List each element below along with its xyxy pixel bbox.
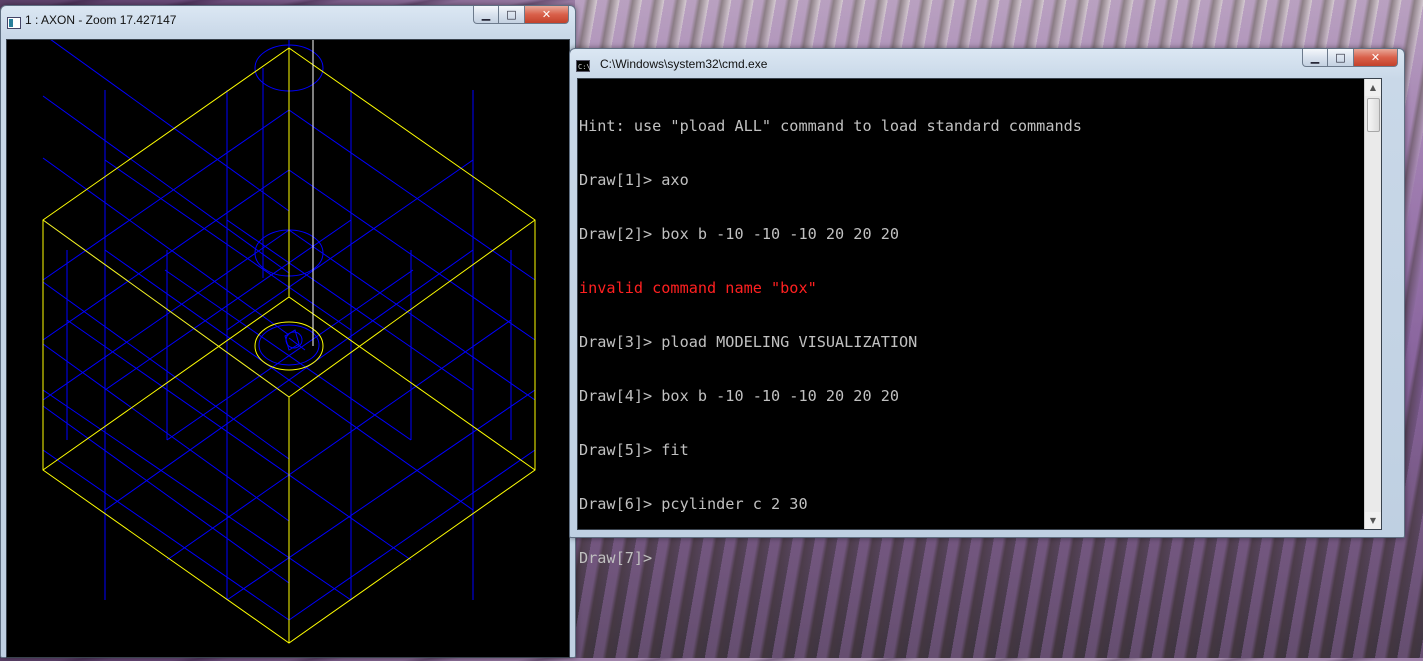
scroll-down-button[interactable]: ▼ bbox=[1365, 512, 1381, 529]
grid-line bbox=[288, 449, 536, 621]
grid-line bbox=[226, 389, 536, 601]
console-icon: C:\ bbox=[576, 57, 591, 72]
window-controls: ▁ □ ✕ bbox=[1302, 49, 1398, 67]
vertical-scrollbar[interactable]: ▲ ▼ bbox=[1364, 79, 1381, 529]
window-controls: ▁ □ ✕ bbox=[473, 6, 569, 24]
minimize-button[interactable]: ▁ bbox=[1302, 49, 1328, 67]
console-error-line: invalid command name "box" bbox=[579, 279, 817, 297]
grid-line bbox=[42, 33, 290, 212]
maximize-button[interactable]: □ bbox=[1328, 49, 1354, 67]
scroll-up-button[interactable]: ▲ bbox=[1365, 79, 1381, 96]
console-output[interactable]: Hint: use "pload ALL" command to load st… bbox=[577, 78, 1382, 567]
app-icon bbox=[7, 14, 21, 29]
wireframe-drawing bbox=[42, 33, 536, 644]
console-line: Draw[5]> fit bbox=[579, 441, 689, 459]
console-prompt[interactable]: Draw[7]> bbox=[579, 549, 1082, 567]
window-title: 1 : AXON - Zoom 17.427147 bbox=[25, 13, 177, 27]
console-text: Hint: use "pload ALL" command to load st… bbox=[579, 81, 1082, 603]
cmd-window[interactable]: C:\ C:\Windows\system32\cmd.exe ▁ □ ✕ Hi… bbox=[569, 48, 1405, 567]
maximize-button[interactable]: □ bbox=[499, 6, 525, 24]
close-button[interactable]: ✕ bbox=[1354, 49, 1398, 67]
console-line: Draw[2]> box b -10 -10 -10 20 20 20 bbox=[579, 225, 900, 243]
window-title: C:\Windows\system32\cmd.exe bbox=[600, 57, 768, 71]
close-button[interactable]: ✕ bbox=[525, 6, 569, 24]
svg-text:C:\: C:\ bbox=[578, 63, 590, 71]
axon-viewport[interactable] bbox=[6, 33, 570, 658]
grid-line bbox=[42, 389, 352, 601]
console-line: Draw[3]> pload MODELING VISUALIZATION bbox=[579, 333, 918, 351]
console-line: Draw[6]> pcylinder c 2 30 bbox=[579, 495, 808, 513]
console-line: Draw[1]> axo bbox=[579, 171, 689, 189]
box-wireframe bbox=[42, 40, 536, 644]
cmd-titlebar[interactable]: C:\ C:\Windows\system32\cmd.exe ▁ □ ✕ bbox=[570, 49, 1404, 77]
console-line: Hint: use "pload ALL" command to load st… bbox=[579, 117, 1082, 135]
axon-window[interactable]: 1 : AXON - Zoom 17.427147 ▁ □ ✕ bbox=[0, 5, 576, 658]
scroll-thumb[interactable] bbox=[1367, 98, 1380, 132]
minimize-button[interactable]: ▁ bbox=[473, 6, 499, 24]
console-line: Draw[4]> box b -10 -10 -10 20 20 20 bbox=[579, 387, 900, 405]
axon-titlebar[interactable]: 1 : AXON - Zoom 17.427147 ▁ □ ✕ bbox=[1, 6, 575, 34]
grid-line bbox=[42, 449, 290, 621]
